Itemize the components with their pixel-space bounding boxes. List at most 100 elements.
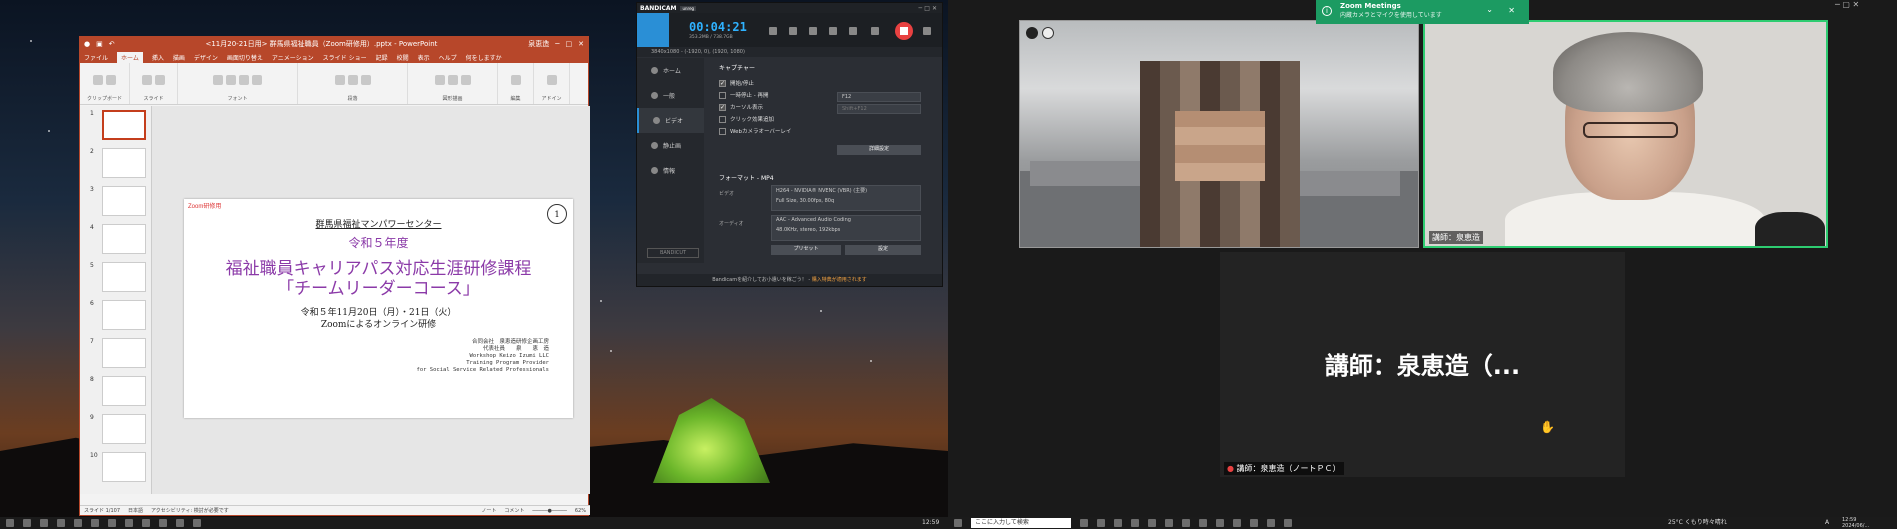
bold-icon[interactable]	[213, 75, 223, 85]
bandicut-logo[interactable]: BANDICUT	[647, 248, 699, 258]
numbering-icon[interactable]	[347, 75, 358, 85]
close-button[interactable]: ✕	[578, 40, 584, 48]
checkbox[interactable]	[719, 103, 726, 111]
advanced-settings-button[interactable]: 詳細設定	[837, 145, 921, 155]
tab-review[interactable]: 校閲	[397, 53, 409, 62]
ime-indicator[interactable]: A	[1825, 517, 1829, 529]
window-controls[interactable]: ─ □ ✕	[919, 5, 938, 12]
checkbox[interactable]	[719, 91, 726, 99]
start-icon[interactable]	[6, 519, 14, 527]
taskview-icon[interactable]	[1080, 519, 1088, 527]
slide-thumbnail[interactable]	[102, 376, 146, 406]
stop-record-button[interactable]	[895, 22, 913, 40]
slide-thumbnail[interactable]	[102, 186, 146, 216]
video-tile-participant[interactable]	[1019, 20, 1419, 248]
tab-help[interactable]: ヘルプ	[439, 53, 457, 62]
font-color-icon[interactable]	[252, 75, 262, 85]
promo-link[interactable]: 購入特典が適用されます	[812, 277, 867, 283]
status-accessibility[interactable]: アクセシビリティ: 検討が必要です	[151, 507, 229, 514]
layout-icon[interactable]	[155, 75, 165, 85]
slide-thumbnail[interactable]	[102, 338, 146, 368]
app-icon[interactable]	[1250, 519, 1258, 527]
app-icon[interactable]	[1216, 519, 1224, 527]
app-icon[interactable]	[1097, 519, 1105, 527]
tab-insert[interactable]: 挿入	[152, 53, 164, 62]
cut-icon[interactable]	[106, 75, 116, 85]
underline-icon[interactable]	[239, 75, 249, 85]
hotkey-start-field[interactable]: F12	[837, 92, 921, 102]
slide-canvas[interactable]: Zoom研修用 1 群馬県福祉マンパワーセンター 令和５年度 福祉職員キャリアパ…	[184, 199, 573, 418]
slide-thumbnail[interactable]	[102, 110, 146, 140]
tab-transitions[interactable]: 画面切り替え	[227, 53, 263, 62]
slide-thumbnail[interactable]	[102, 224, 146, 254]
minimize-button[interactable]: ─	[555, 40, 559, 48]
tab-view[interactable]: 表示	[418, 53, 430, 62]
app-icon[interactable]	[74, 519, 82, 527]
mouse-icon[interactable]	[829, 27, 837, 35]
search-icon[interactable]	[23, 519, 31, 527]
checkbox[interactable]	[719, 115, 726, 123]
nav-info[interactable]: 情報	[637, 158, 704, 183]
webcam-icon[interactable]	[769, 27, 777, 35]
chevron-down-icon[interactable]: ⌄	[1486, 5, 1493, 14]
camera-icon[interactable]	[923, 27, 931, 35]
chrome-icon[interactable]	[1233, 519, 1241, 527]
notes-button[interactable]: ノート	[481, 507, 496, 514]
right-clock[interactable]: 12:59 2024/06/...	[1842, 517, 1869, 529]
tab-file[interactable]: ファイル	[84, 53, 108, 62]
nav-image[interactable]: 静止画	[637, 133, 704, 158]
shapes-icon[interactable]	[434, 75, 445, 85]
slide-thumbnail-pane[interactable]: 1 2 3 4 5 6 7 8 9 10	[80, 106, 152, 494]
maximize-button[interactable]: □	[566, 40, 573, 48]
arrange-icon[interactable]	[447, 75, 458, 85]
tab-design[interactable]: デザイン	[194, 53, 218, 62]
taskbar-search-box[interactable]: ここに入力して検索	[971, 518, 1071, 528]
video-tile-instructor[interactable]: 講師：泉恵造	[1423, 20, 1828, 248]
bandicam-title-bar[interactable]: BANDICAM unreg ─ □ ✕	[637, 3, 942, 13]
slide-thumbnail[interactable]	[102, 300, 146, 330]
bullets-icon[interactable]	[334, 75, 345, 85]
app-icon[interactable]	[1114, 519, 1122, 527]
explorer-icon[interactable]	[57, 519, 65, 527]
autosave-icon[interactable]: ●	[84, 40, 90, 48]
slide-thumbnail[interactable]	[102, 414, 146, 444]
app-icon[interactable]	[159, 519, 167, 527]
option-row[interactable]: クリック効果追加	[719, 113, 939, 125]
chrome-icon[interactable]	[142, 519, 150, 527]
taskview-icon[interactable]	[40, 519, 48, 527]
app-icon[interactable]	[108, 519, 116, 527]
app-icon[interactable]	[1148, 519, 1156, 527]
active-speaker-tile[interactable]: 講師：泉恵造（... ✋ ● 講師：泉恵造（ノートＰＣ）	[1220, 252, 1625, 477]
save-icon[interactable]: ▣	[96, 40, 103, 48]
edge-icon[interactable]	[1131, 519, 1139, 527]
app-icon[interactable]	[1165, 519, 1173, 527]
powerpoint-icon[interactable]	[193, 519, 201, 527]
tab-record[interactable]: 記録	[376, 53, 388, 62]
status-language[interactable]: 日本語	[128, 507, 143, 514]
app-icon[interactable]	[1267, 519, 1275, 527]
pause-icon[interactable]	[871, 27, 879, 35]
paste-icon[interactable]	[93, 75, 103, 85]
nav-home[interactable]: ホーム	[637, 58, 704, 83]
screen-mode-button[interactable]	[637, 13, 669, 47]
left-clock[interactable]: 12:59	[922, 517, 939, 529]
nav-video[interactable]: ビデオ	[637, 108, 704, 133]
tab-slideshow[interactable]: スライド ショー	[323, 53, 367, 62]
undo-icon[interactable]: ↶	[109, 40, 115, 48]
app-icon[interactable]	[1199, 519, 1207, 527]
ppt-title-bar[interactable]: ● ▣ ↶ <11月20-21日用> 群馬県福祉職員（Zoom研修用）.pptx…	[80, 37, 588, 51]
tab-animations[interactable]: アニメーション	[272, 53, 314, 62]
speaker-icon[interactable]	[789, 27, 797, 35]
hotkey-pause-field[interactable]: Shift+F12	[837, 104, 921, 114]
italic-icon[interactable]	[226, 75, 236, 85]
option-row[interactable]: 開始/停止	[719, 77, 939, 89]
slide-thumbnail[interactable]	[102, 262, 146, 292]
slide-thumbnail[interactable]	[102, 452, 146, 482]
quick-styles-icon[interactable]	[460, 75, 471, 85]
preset-button[interactable]: プリセット	[771, 245, 841, 255]
start-icon[interactable]	[954, 519, 962, 527]
align-icon[interactable]	[360, 75, 371, 85]
zoom-window-controls[interactable]: ─ ▢ ✕	[1835, 0, 1859, 9]
checkbox[interactable]	[719, 79, 726, 87]
mic-icon[interactable]	[809, 27, 817, 35]
